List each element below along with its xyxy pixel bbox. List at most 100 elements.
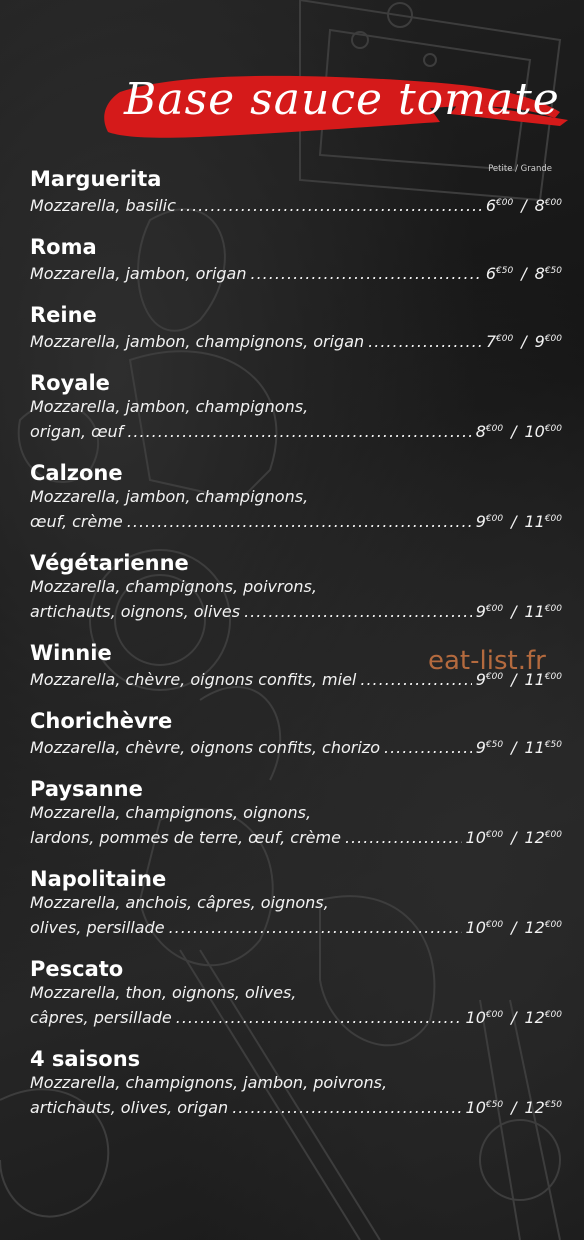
price-small-cents: €50 bbox=[496, 266, 514, 276]
price-pair: 10€00/12€00 bbox=[466, 914, 562, 939]
price-small-euros: 8 bbox=[475, 422, 486, 441]
pizza-ingredients-line: Mozzarella, thon, oignons, olives, bbox=[30, 983, 297, 1002]
dot-leader bbox=[244, 601, 472, 623]
price-small-euros: 9 bbox=[475, 602, 486, 621]
pizza-name: Reine bbox=[30, 303, 97, 327]
price-pair: 6€50/8€50 bbox=[486, 260, 562, 285]
price-small-cents: €00 bbox=[496, 198, 514, 208]
pizza-ingredients: œuf, crème bbox=[30, 512, 123, 531]
price-small: 8€00 bbox=[476, 422, 503, 441]
price-small: 10€00 bbox=[466, 1008, 504, 1027]
price-row: Mozzarella, jambon, champignons, origan 7… bbox=[30, 328, 562, 353]
price-separator: / bbox=[511, 670, 517, 689]
dot-leader bbox=[180, 195, 482, 217]
price-large-cents: €00 bbox=[544, 672, 562, 682]
price-large: 10€00 bbox=[524, 422, 562, 441]
pizza-ingredients-line: Mozzarella, champignons, oignons, bbox=[30, 803, 312, 822]
price-large-euros: 12 bbox=[524, 828, 545, 847]
pizza-ingredients-line: Mozzarella, champignons, poivrons, bbox=[30, 577, 317, 596]
price-small: 10€00 bbox=[466, 918, 504, 937]
pizza-name: Chorichèvre bbox=[30, 709, 173, 733]
price-row: Mozzarella, jambon, origan6€50/8€50 bbox=[30, 260, 562, 285]
pizza-ingredients-line: Mozzarella, jambon, champignons, bbox=[30, 487, 309, 506]
dot-leader bbox=[176, 1007, 462, 1029]
menu-item: Winnie Mozzarella, chèvre, oignons confit… bbox=[30, 640, 562, 691]
price-large-cents: €00 bbox=[544, 920, 562, 930]
price-large-euros: 12 bbox=[524, 1008, 545, 1027]
price-small-euros: 9 bbox=[475, 670, 486, 689]
price-large-cents: €50 bbox=[544, 740, 562, 750]
price-large-euros: 12 bbox=[524, 1098, 545, 1117]
pizza-name: Winnie bbox=[30, 641, 112, 665]
price-small-cents: €00 bbox=[485, 604, 504, 614]
price-row: Mozzarella, chèvre, oignons confits, cho… bbox=[30, 734, 562, 759]
price-row: Mozzarella, basilic6€00/8€00 bbox=[30, 192, 562, 217]
price-separator: / bbox=[521, 196, 527, 215]
price-row: artichauts, oignons, olives9€00/11€00 bbox=[30, 598, 562, 623]
price-small-euros: 7 bbox=[485, 332, 497, 351]
menu-item: 4 saisons Mozzarella, champignons, jambon… bbox=[30, 1046, 562, 1119]
price-pair: 9€00/11€00 bbox=[476, 598, 562, 623]
price-row: câpres, persillade10€00/12€00 bbox=[30, 1004, 562, 1029]
price-small: 7€00 bbox=[486, 332, 513, 351]
price-small-euros: 6 bbox=[485, 196, 497, 215]
price-large-cents: €00 bbox=[544, 198, 562, 208]
pizza-name: Paysanne bbox=[30, 777, 143, 801]
price-row: Mozzarella, chèvre, oignons confits, mie… bbox=[30, 666, 562, 691]
menu-item: Pescato Mozzarella, thon, oignons, olives… bbox=[30, 956, 562, 1029]
price-large-cents: €00 bbox=[544, 604, 562, 614]
dot-leader bbox=[251, 263, 482, 285]
price-separator: / bbox=[511, 512, 517, 531]
price-pair: 9€50/11€50 bbox=[476, 734, 562, 759]
pizza-name: Roma bbox=[30, 235, 97, 259]
price-row: origan, œuf8€00/10€00 bbox=[30, 418, 562, 443]
pizza-name: 4 saisons bbox=[30, 1047, 141, 1071]
pizza-menu-list: MargueritaMozzarella, basilic6€00/8€00Ro… bbox=[30, 166, 562, 1136]
price-separator: / bbox=[521, 332, 527, 351]
price-row: artichauts, olives, origan 10€50 / 12€50 bbox=[30, 1094, 562, 1119]
price-small-euros: 10 bbox=[465, 828, 486, 847]
price-large-cents: €50 bbox=[544, 1100, 562, 1110]
price-large-euros: 12 bbox=[524, 918, 545, 937]
price-large: 8€00 bbox=[535, 196, 562, 215]
price-pair: 7€00/9€00 bbox=[486, 328, 562, 353]
section-title-banner: Base sauce tomate bbox=[100, 62, 570, 157]
price-large-cents: €00 bbox=[544, 830, 562, 840]
pizza-ingredients: artichauts, olives, origan bbox=[30, 1098, 229, 1117]
price-large-euros: 11 bbox=[524, 512, 545, 531]
price-large: 9€00 bbox=[535, 332, 562, 351]
menu-item: Paysanne Mozzarella, champignons, oignons… bbox=[30, 776, 562, 849]
price-small: 10€50 bbox=[466, 1098, 504, 1117]
dot-leader bbox=[127, 421, 471, 443]
price-small: 10€00 bbox=[466, 828, 504, 847]
menu-item: Végétarienne Mozzarella, champignons, poi… bbox=[30, 550, 562, 623]
price-small-cents: €50 bbox=[485, 740, 504, 750]
pizza-ingredients-line: Mozzarella, champignons, jambon, poivron… bbox=[30, 1073, 388, 1092]
pizza-ingredients: lardons, pommes de terre, œuf, crème bbox=[30, 828, 341, 847]
price-row: olives, persillade10€00/12€00 bbox=[30, 914, 562, 939]
price-large: 8€50 bbox=[535, 264, 562, 283]
dot-leader bbox=[360, 669, 471, 691]
price-large: 11€00 bbox=[524, 670, 562, 689]
price-large-cents: €50 bbox=[544, 266, 562, 276]
price-large-cents: €00 bbox=[544, 334, 562, 344]
pizza-ingredients-line: Mozzarella, anchois, câpres, oignons, bbox=[30, 893, 329, 912]
price-small: 9€00 bbox=[476, 512, 503, 531]
price-small-cents: €00 bbox=[485, 830, 504, 840]
dot-leader bbox=[169, 917, 462, 939]
pizza-ingredients: origan, œuf bbox=[30, 422, 124, 441]
pizza-ingredients: Mozzarella, chèvre, oignons confits, mie… bbox=[30, 670, 357, 689]
price-small-euros: 9 bbox=[475, 512, 486, 531]
price-pair: 10€00/12€00 bbox=[466, 1004, 562, 1029]
price-separator: / bbox=[511, 602, 517, 621]
price-large-euros: 11 bbox=[524, 670, 545, 689]
price-separator: / bbox=[511, 1008, 517, 1027]
price-pair: 10€00/12€00 bbox=[466, 824, 562, 849]
section-title: Base sauce tomate bbox=[124, 74, 560, 125]
pizza-name: Marguerita bbox=[30, 167, 162, 191]
price-small-cents: €00 bbox=[485, 424, 504, 434]
pizza-name: Royale bbox=[30, 371, 110, 395]
price-separator: / bbox=[511, 738, 517, 757]
pizza-ingredients: Mozzarella, jambon, champignons, origan bbox=[30, 332, 365, 351]
price-separator: / bbox=[511, 1098, 517, 1117]
